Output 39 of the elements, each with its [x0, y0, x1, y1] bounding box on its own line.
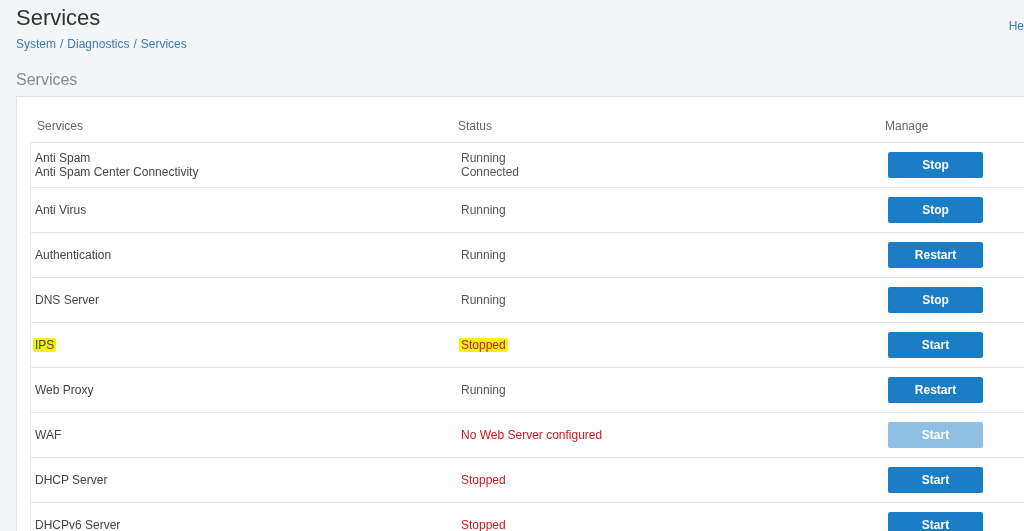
- column-header: Status: [458, 119, 493, 133]
- column-header: Services: [37, 119, 83, 133]
- service-name: Anti Spam Center Connectivity: [34, 165, 200, 179]
- service-status: Running: [460, 293, 507, 307]
- service-name: WAF: [34, 428, 63, 442]
- breadcrumb-link[interactable]: Diagnostics: [67, 36, 130, 52]
- column-header: Manage: [885, 119, 929, 133]
- service-name: Anti Virus: [34, 203, 88, 217]
- service-status: Stopped: [460, 473, 507, 487]
- service-status: Running: [460, 383, 507, 397]
- manage-button[interactable]: Start: [888, 332, 983, 358]
- breadcrumb-link[interactable]: System: [16, 36, 56, 52]
- breadcrumb-separator: /: [60, 36, 64, 52]
- manage-button[interactable]: Stop: [888, 197, 983, 223]
- manage-button[interactable]: Start: [888, 512, 983, 531]
- service-name: IPS: [33, 338, 57, 352]
- manage-button[interactable]: Stop: [888, 152, 983, 178]
- manage-button[interactable]: Start: [888, 467, 983, 493]
- manage-button[interactable]: Stop: [888, 287, 983, 313]
- service-status: Connected: [460, 165, 521, 179]
- service-name: Authentication: [34, 248, 113, 262]
- service-name: Web Proxy: [34, 383, 95, 397]
- service-status: Stopped: [459, 338, 508, 352]
- manage-button[interactable]: Restart: [888, 377, 983, 403]
- service-status: No Web Server configured: [460, 428, 604, 442]
- service-name: Anti Spam: [34, 151, 92, 165]
- manage-button[interactable]: Restart: [888, 242, 983, 268]
- service-name: DHCPv6 Server: [34, 518, 122, 531]
- help-link[interactable]: He: [1008, 18, 1024, 34]
- service-name: DHCP Server: [34, 473, 109, 487]
- service-status: Running: [460, 248, 507, 262]
- service-name: DNS Server: [34, 293, 100, 307]
- service-status: Running: [460, 203, 507, 217]
- breadcrumb-separator: /: [133, 36, 137, 52]
- service-status: Running: [460, 151, 507, 165]
- page-title: Services: [16, 4, 101, 32]
- section-title: Services: [16, 70, 78, 90]
- breadcrumb-link[interactable]: Services: [140, 36, 187, 52]
- service-status: Stopped: [460, 518, 507, 531]
